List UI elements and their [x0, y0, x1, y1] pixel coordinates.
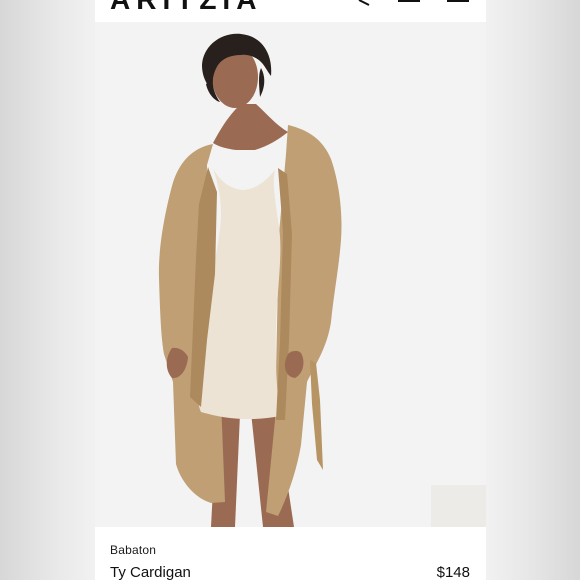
- product-price: $148: [436, 564, 470, 580]
- model-illustration: [95, 22, 486, 527]
- image-thumbnail[interactable]: [431, 485, 486, 527]
- search-icon[interactable]: [357, 0, 371, 22]
- product-image[interactable]: [95, 22, 486, 527]
- product-brand: Babaton: [110, 543, 157, 557]
- product-info: Babaton Ty Cardigan $148: [95, 527, 486, 580]
- product-page: ARITZIA: [95, 0, 486, 580]
- bag-icon[interactable]: [398, 0, 420, 22]
- menu-icon[interactable]: [447, 0, 469, 22]
- brand-logo[interactable]: ARITZIA: [110, 0, 262, 14]
- header-bar: ARITZIA: [95, 0, 486, 22]
- product-name[interactable]: Ty Cardigan: [110, 564, 191, 580]
